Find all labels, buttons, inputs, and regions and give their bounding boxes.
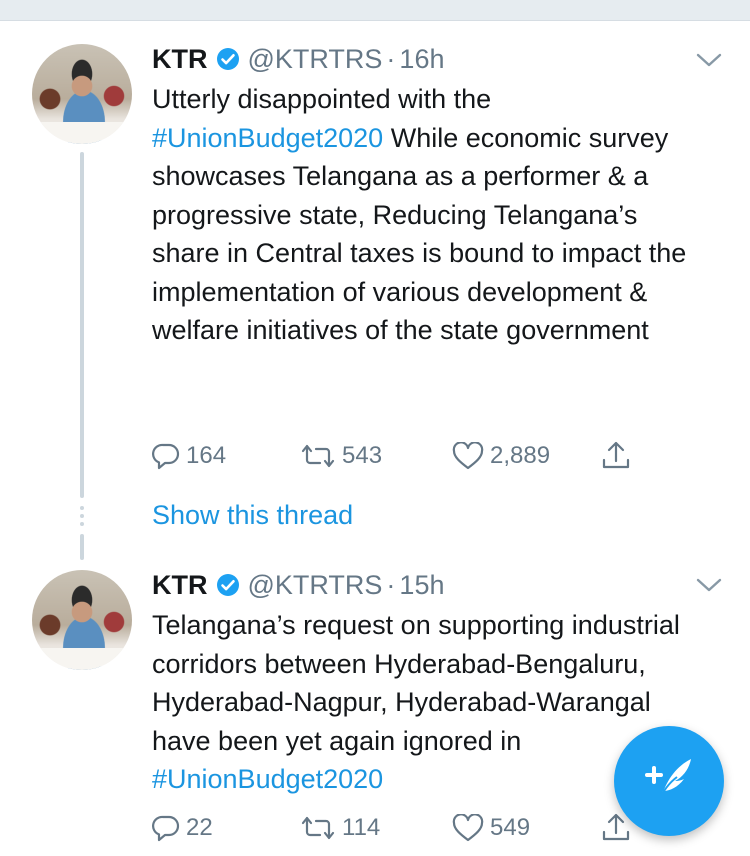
- retweet-button[interactable]: 543: [300, 438, 382, 474]
- reply-button[interactable]: 164: [152, 438, 226, 474]
- reply-button[interactable]: 22: [152, 810, 213, 846]
- thread-line: [80, 152, 84, 498]
- author-handle[interactable]: @KTRTRS: [248, 44, 383, 75]
- heart-icon: [452, 442, 484, 470]
- avatar[interactable]: [32, 44, 132, 144]
- tweet-actions: 22 114 549: [152, 810, 652, 846]
- heart-icon: [452, 814, 484, 842]
- like-count: 2,889: [490, 442, 551, 469]
- top-strip: [0, 0, 750, 21]
- verified-badge-icon: [216, 47, 240, 71]
- compose-tweet-icon: [637, 747, 701, 816]
- tweet[interactable]: KTR @KTRTRS · 16h Utterly disappointed w…: [0, 20, 750, 560]
- text-segment: While economic survey showcases Telangan…: [152, 122, 687, 346]
- author-name[interactable]: KTR: [152, 570, 208, 601]
- retweet-count: 114: [342, 814, 381, 841]
- timestamp[interactable]: 15h: [399, 570, 444, 601]
- avatar[interactable]: [32, 570, 132, 670]
- tweet-header: KTR @KTRTRS · 16h: [152, 39, 444, 79]
- tweet-text: Utterly disappointed with the #UnionBudg…: [152, 80, 712, 350]
- retweet-icon: [300, 814, 336, 842]
- retweet-icon: [300, 442, 336, 470]
- reply-icon: [152, 442, 180, 470]
- thread-ellipsis: [80, 506, 84, 530]
- like-count: 549: [490, 814, 531, 841]
- show-thread-link[interactable]: Show this thread: [152, 500, 353, 531]
- chevron-down-icon[interactable]: [696, 577, 722, 593]
- reply-icon: [152, 814, 180, 842]
- tweet-actions: 164 543 2,889: [152, 438, 652, 474]
- author-name[interactable]: KTR: [152, 44, 208, 75]
- hashtag-link[interactable]: #UnionBudget2020: [152, 764, 383, 794]
- compose-tweet-button[interactable]: [614, 726, 724, 836]
- retweet-button[interactable]: 114: [300, 810, 380, 846]
- retweet-count: 543: [342, 442, 383, 469]
- reply-count: 164: [186, 442, 227, 469]
- share-icon: [600, 440, 632, 472]
- chevron-down-icon[interactable]: [696, 52, 722, 68]
- tweet-header: KTR @KTRTRS · 15h: [152, 565, 444, 605]
- reply-count: 22: [186, 814, 213, 841]
- verified-badge-icon: [216, 573, 240, 597]
- hashtag-link[interactable]: #UnionBudget2020: [152, 123, 383, 153]
- text-segment: Utterly disappointed with the: [152, 84, 492, 114]
- timestamp[interactable]: 16h: [399, 44, 444, 75]
- like-button[interactable]: 549: [452, 810, 530, 846]
- share-button[interactable]: [600, 438, 632, 474]
- separator: ·: [386, 43, 396, 74]
- author-handle[interactable]: @KTRTRS: [248, 570, 383, 601]
- separator: ·: [386, 569, 396, 600]
- like-button[interactable]: 2,889: [452, 438, 550, 474]
- text-segment: Telangana’s request on supporting indust…: [152, 610, 680, 756]
- thread-line: [80, 534, 84, 560]
